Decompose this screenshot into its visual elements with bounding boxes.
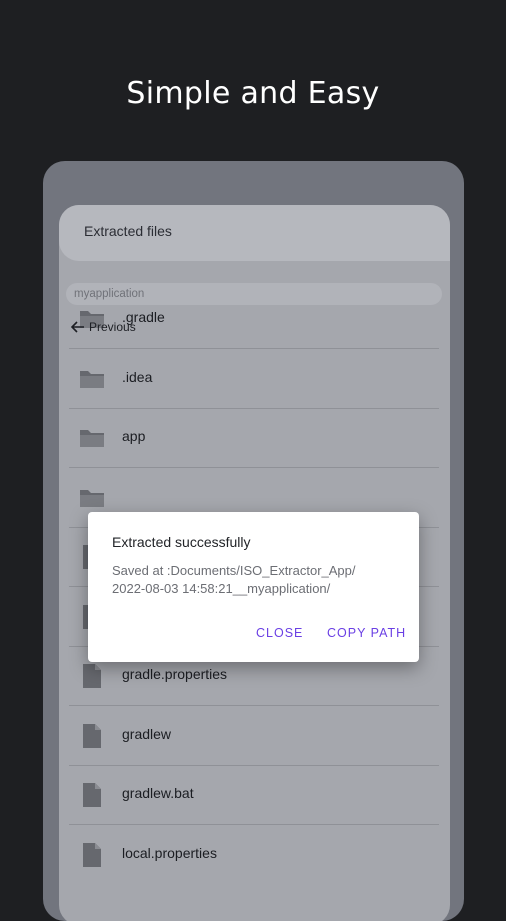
file-icon: [79, 664, 105, 688]
previous-button[interactable]: Previous: [71, 319, 136, 335]
app-bar-title: Extracted files: [84, 223, 172, 239]
file-icon: [79, 724, 105, 748]
previous-label: Previous: [89, 320, 136, 334]
folder-icon: [79, 426, 105, 448]
file-name: gradlew: [122, 726, 172, 742]
dialog-message-line: Saved at :Documents/ISO_Extractor_App/: [112, 563, 356, 578]
file-name: .idea: [122, 369, 153, 385]
file-icon: [79, 783, 105, 807]
list-item[interactable]: local.properties: [69, 825, 439, 884]
file-name: app: [122, 428, 146, 444]
file-name: local.properties: [122, 845, 217, 861]
extract-success-dialog: Extracted successfully Saved at :Documen…: [88, 512, 419, 662]
file-name: gradle.properties: [122, 666, 228, 682]
dialog-message-line: 2022-08-03 14:58:21__myapplication/: [112, 581, 331, 596]
file-name: gradlew.bat: [122, 785, 194, 801]
list-item[interactable]: app: [69, 408, 439, 468]
dialog-title: Extracted successfully: [112, 534, 251, 550]
list-item[interactable]: gradlew.bat: [69, 765, 439, 825]
headline: Simple and Easy: [126, 76, 380, 111]
arrow-left-icon: [71, 321, 84, 333]
app-bar: Extracted files: [59, 205, 450, 261]
copy-path-button[interactable]: COPY PATH: [327, 626, 406, 640]
list-item[interactable]: .idea: [69, 349, 439, 409]
file-icon: [79, 843, 105, 867]
close-button[interactable]: CLOSE: [256, 626, 303, 640]
dialog-message: Saved at :Documents/ISO_Extractor_App/ 2…: [112, 562, 402, 598]
folder-icon: [79, 367, 105, 389]
list-item[interactable]: gradlew: [69, 706, 439, 766]
folder-icon: [79, 486, 105, 508]
